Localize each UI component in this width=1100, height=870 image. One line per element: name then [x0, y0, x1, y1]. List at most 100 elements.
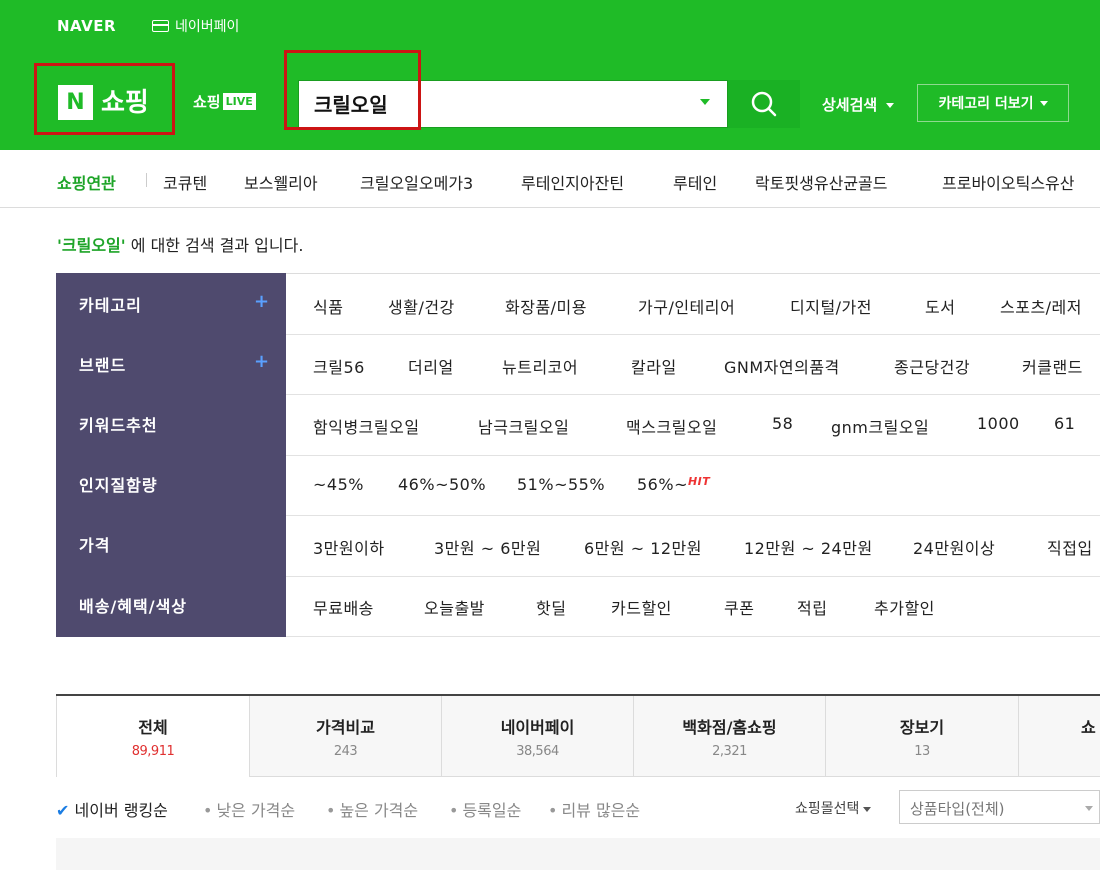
filter-option[interactable]: 3만원이하: [313, 535, 385, 559]
plus-icon[interactable]: +: [254, 351, 269, 372]
sort-registration[interactable]: • 등록일순: [449, 797, 521, 821]
filter-option[interactable]: 무료배송: [313, 595, 374, 619]
filter-option[interactable]: 종근당건강: [894, 354, 970, 378]
filter-option[interactable]: 뉴트리코어: [502, 354, 578, 378]
filter-option[interactable]: 쿠폰: [724, 595, 754, 619]
sort-high-price[interactable]: • 높은 가격순: [326, 797, 418, 821]
filter-option[interactable]: 생활/건강: [388, 294, 455, 318]
shopping-live-link[interactable]: 쇼핑 LIVE: [193, 91, 256, 112]
filter-option[interactable]: 12만원 ~ 24만원: [744, 535, 873, 559]
filter-label-price: 가격: [79, 536, 111, 555]
detail-search-button[interactable]: 상세검색: [822, 94, 895, 115]
related-keyword[interactable]: 루테인지아잔틴: [521, 170, 624, 194]
tab-price-compare[interactable]: 가격비교 243: [250, 696, 442, 777]
hit-badge: HIT: [687, 475, 711, 488]
filter-option[interactable]: 46%~50%: [398, 475, 486, 494]
naver-pay-link[interactable]: 네이버페이: [152, 16, 239, 36]
filter-option[interactable]: 디지털/가전: [790, 294, 872, 318]
filter-option[interactable]: 커클랜드: [1022, 354, 1083, 378]
tab-more[interactable]: 쇼: [1019, 696, 1100, 777]
related-keyword[interactable]: 루테인: [673, 170, 717, 194]
filter-label-column: [56, 273, 286, 637]
search-button[interactable]: [728, 80, 800, 128]
filter-option[interactable]: 화장품/미용: [505, 294, 587, 318]
divider: [146, 173, 147, 187]
result-suffix: 에 대한 검색 결과 입니다.: [125, 236, 304, 255]
result-query: '크릴오일': [57, 236, 126, 255]
tab-label: 전체: [138, 718, 168, 737]
related-keyword[interactable]: 크릴오일오메가3: [360, 170, 473, 194]
sort-naver-ranking[interactable]: ✔ 네이버 랭킹순: [56, 797, 168, 821]
divider: [286, 636, 1100, 637]
filter-option[interactable]: 61: [1054, 414, 1075, 433]
filter-option[interactable]: 56%~HIT: [637, 475, 710, 494]
filter-option[interactable]: 3만원 ~ 6만원: [434, 535, 541, 559]
filter-option[interactable]: 함익병크릴오일: [313, 414, 420, 438]
divider: [286, 394, 1100, 395]
tab-count: 38,564: [516, 744, 559, 759]
product-type-select[interactable]: 상품타입(전체): [899, 790, 1100, 824]
divider: [286, 515, 1100, 516]
filter-option[interactable]: 적립: [797, 595, 827, 619]
category-more-label: 카테고리 더보기: [938, 96, 1034, 112]
bullet-icon: •: [548, 801, 558, 820]
bullet-icon: •: [326, 801, 336, 820]
tab-all[interactable]: 전체 89,911: [56, 696, 250, 777]
filter-option[interactable]: 카드할인: [611, 595, 672, 619]
filter-option[interactable]: 핫딜: [536, 595, 566, 619]
sort-label: 등록일순: [462, 801, 522, 820]
filter-option[interactable]: 24만원이상: [913, 535, 995, 559]
tab-label: 장보기: [899, 718, 945, 737]
tab-count: 2,321: [712, 744, 747, 759]
naver-logo[interactable]: NAVER: [57, 17, 116, 35]
filter-option[interactable]: 추가할인: [874, 595, 935, 619]
filter-option[interactable]: 식품: [313, 294, 343, 318]
filter-option[interactable]: gnm크릴오일: [831, 414, 929, 438]
filter-option[interactable]: 남극크릴오일: [478, 414, 569, 438]
divider: [286, 455, 1100, 456]
bullet-icon: •: [203, 801, 213, 820]
filter-option[interactable]: 가구/인테리어: [638, 294, 735, 318]
n-logo-icon[interactable]: N: [58, 85, 93, 120]
tab-label: 백화점/홈쇼핑: [682, 718, 777, 737]
shopping-live-prefix: 쇼핑: [193, 93, 221, 111]
detail-search-label: 상세검색: [822, 96, 878, 114]
mall-select[interactable]: 쇼핑몰선택: [795, 798, 872, 818]
filter-option[interactable]: GNM자연의품격: [724, 354, 840, 378]
tab-department-store[interactable]: 백화점/홈쇼핑 2,321: [634, 696, 826, 777]
divider: [286, 334, 1100, 335]
filter-option[interactable]: 오늘출발: [424, 595, 485, 619]
filter-option[interactable]: 크릴56: [313, 354, 365, 378]
sort-label: 네이버 랭킹순: [74, 801, 168, 820]
filter-option[interactable]: 1000: [977, 414, 1020, 433]
filter-option[interactable]: 더리얼: [408, 354, 454, 378]
chevron-down-icon: [863, 806, 872, 812]
filter-option[interactable]: 51%~55%: [517, 475, 605, 494]
tab-grocery[interactable]: 장보기 13: [826, 696, 1019, 777]
chevron-down-icon: [1085, 806, 1093, 811]
related-keyword[interactable]: 락토핏생유산균골드: [755, 170, 887, 194]
related-keyword[interactable]: 프로바이오틱스유산: [942, 170, 1074, 194]
sort-reviews[interactable]: • 리뷰 많은순: [548, 797, 640, 821]
tab-naver-pay[interactable]: 네이버페이 38,564: [442, 696, 634, 777]
autocomplete-toggle-icon[interactable]: [700, 99, 710, 105]
filter-option[interactable]: 직접입: [1047, 535, 1093, 559]
query-highlight-box: [284, 50, 421, 130]
sort-low-price[interactable]: • 낮은 가격순: [203, 797, 295, 821]
filter-option[interactable]: ~45%: [313, 475, 364, 494]
filter-option[interactable]: 칼라일: [631, 354, 677, 378]
filter-option[interactable]: 6만원 ~ 12만원: [584, 535, 702, 559]
product-list-area: [56, 838, 1100, 870]
filter-option[interactable]: 도서: [925, 294, 955, 318]
category-more-button[interactable]: 카테고리 더보기: [917, 84, 1069, 122]
related-title: 쇼핑연관: [57, 174, 116, 193]
filter-option[interactable]: 58: [772, 414, 793, 433]
chevron-down-icon: [1039, 100, 1048, 106]
divider: [286, 576, 1100, 577]
related-keyword[interactable]: 보스웰리아: [244, 170, 318, 194]
plus-icon[interactable]: +: [254, 291, 269, 312]
filter-option[interactable]: 스포츠/레저: [1000, 294, 1082, 318]
related-keyword[interactable]: 코큐텐: [163, 170, 207, 194]
shopping-logo-text[interactable]: 쇼핑: [101, 82, 149, 119]
filter-option[interactable]: 맥스크릴오일: [626, 414, 717, 438]
